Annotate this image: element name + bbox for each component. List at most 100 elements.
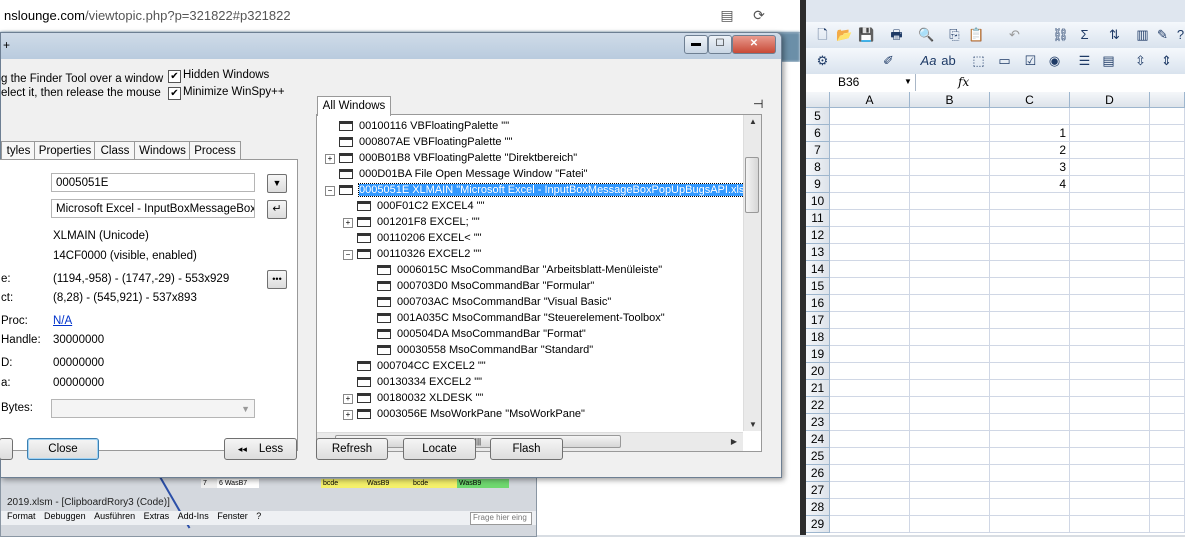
locate-button[interactable]: Locate: [403, 438, 476, 460]
tree-node[interactable]: +001201F8 EXCEL; "": [343, 215, 480, 230]
cell[interactable]: [990, 380, 1070, 397]
cell[interactable]: [1150, 295, 1185, 312]
window-close-button[interactable]: ✕: [732, 35, 776, 54]
spreadsheet-grid[interactable]: A B C D 5 6 1 7 2 8 3 9 4 10 11 12 13 14 15 16 17 18 19 20 21 22 2…: [806, 92, 1185, 535]
cell[interactable]: [1070, 278, 1150, 295]
collapse-icon[interactable]: −: [325, 186, 335, 196]
column-header[interactable]: C: [990, 92, 1070, 108]
cell[interactable]: [910, 227, 990, 244]
spinner-icon[interactable]: ⇕: [1158, 52, 1175, 69]
cell[interactable]: [1150, 431, 1185, 448]
row-header[interactable]: 9: [806, 176, 830, 193]
cell[interactable]: [830, 516, 910, 533]
vba-menu-help[interactable]: ?: [256, 511, 261, 521]
column-header[interactable]: A: [830, 92, 910, 108]
cell[interactable]: [830, 380, 910, 397]
cell[interactable]: [910, 346, 990, 363]
expand-icon[interactable]: +: [343, 218, 353, 228]
cell[interactable]: [990, 108, 1070, 125]
cell[interactable]: [990, 397, 1070, 414]
proc-link[interactable]: N/A: [53, 315, 72, 327]
column-header[interactable]: D: [1070, 92, 1150, 108]
flash-button[interactable]: Flash: [490, 438, 563, 460]
tree-node[interactable]: 000504DA MsoCommandBar "Format": [377, 327, 586, 342]
cell[interactable]: [830, 465, 910, 482]
tab-all-windows[interactable]: All Windows: [317, 96, 391, 116]
cell[interactable]: [910, 465, 990, 482]
cell[interactable]: [990, 244, 1070, 261]
row-header[interactable]: 26: [806, 465, 830, 482]
cell[interactable]: 1: [990, 125, 1070, 142]
cell[interactable]: [910, 329, 990, 346]
fx-icon[interactable]: fx: [958, 74, 969, 91]
cell[interactable]: [1070, 380, 1150, 397]
row-header[interactable]: 17: [806, 312, 830, 329]
tree-node[interactable]: +0003056E MsoWorkPane "MsoWorkPane": [343, 407, 585, 422]
drawing-icon[interactable]: ✎: [1154, 26, 1171, 43]
column-header[interactable]: B: [910, 92, 990, 108]
tree-node[interactable]: 000D01BA File Open Message Window "Fatei…: [339, 167, 588, 182]
cell[interactable]: [1070, 499, 1150, 516]
handle-dropdown-button[interactable]: ▼: [267, 174, 287, 193]
cell[interactable]: [910, 295, 990, 312]
tree-node[interactable]: 00110206 EXCEL< "": [357, 231, 482, 246]
cell[interactable]: [1150, 346, 1185, 363]
new-icon[interactable]: 🗋: [814, 26, 831, 43]
cell[interactable]: [1150, 465, 1185, 482]
cell[interactable]: [990, 431, 1070, 448]
expand-icon[interactable]: +: [325, 154, 335, 164]
row-header[interactable]: 7: [806, 142, 830, 159]
cell[interactable]: [1070, 516, 1150, 533]
tree-node[interactable]: 00100116 VBFloatingPalette "": [339, 119, 509, 134]
cell[interactable]: [910, 312, 990, 329]
row-header[interactable]: 19: [806, 346, 830, 363]
cell[interactable]: [990, 448, 1070, 465]
cell[interactable]: [830, 176, 910, 193]
cell[interactable]: [1070, 431, 1150, 448]
cell[interactable]: [1150, 380, 1185, 397]
undo-icon[interactable]: ↶: [1006, 26, 1023, 43]
cell[interactable]: [1150, 210, 1185, 227]
vba-menu-format[interactable]: Format: [7, 511, 36, 521]
cell[interactable]: [830, 278, 910, 295]
cell[interactable]: [830, 125, 910, 142]
tab-windows[interactable]: Windows: [134, 141, 191, 160]
cell[interactable]: [1070, 312, 1150, 329]
close-button[interactable]: Close: [27, 438, 99, 460]
scroll-up-icon[interactable]: ▲: [749, 117, 757, 126]
winspy-titlebar[interactable]: + ▬ ☐ ✕: [1, 33, 781, 59]
properties-icon[interactable]: ✐: [880, 52, 897, 69]
minimize-button[interactable]: ▬: [684, 35, 708, 54]
cell[interactable]: [830, 312, 910, 329]
row-header[interactable]: 20: [806, 363, 830, 380]
help-icon[interactable]: ?: [1172, 26, 1185, 43]
row-header[interactable]: 6: [806, 125, 830, 142]
row-header[interactable]: 18: [806, 329, 830, 346]
button-control-icon[interactable]: ▭: [996, 52, 1013, 69]
cell[interactable]: [1150, 193, 1185, 210]
option-button-icon[interactable]: ◉: [1046, 52, 1063, 69]
cell[interactable]: [990, 516, 1070, 533]
cell[interactable]: [1070, 414, 1150, 431]
select-all-corner[interactable]: [806, 92, 830, 108]
cell[interactable]: [910, 159, 990, 176]
cell[interactable]: [1070, 159, 1150, 176]
name-box-dropdown-icon[interactable]: ▼: [904, 77, 912, 86]
print-icon[interactable]: 🖶: [888, 26, 905, 43]
cell[interactable]: [1070, 397, 1150, 414]
cell[interactable]: [990, 193, 1070, 210]
cell[interactable]: [910, 499, 990, 516]
cell[interactable]: [830, 431, 910, 448]
vba-help-input[interactable]: Frage hier eing: [470, 512, 532, 525]
row-header[interactable]: 29: [806, 516, 830, 533]
cell[interactable]: [910, 261, 990, 278]
cell[interactable]: [990, 295, 1070, 312]
cell[interactable]: [1070, 448, 1150, 465]
cell[interactable]: [1070, 210, 1150, 227]
row-header[interactable]: 10: [806, 193, 830, 210]
caption-field[interactable]: Microsoft Excel - InputBoxMessageBoxPc: [51, 199, 255, 218]
cell[interactable]: 3: [990, 159, 1070, 176]
cell[interactable]: [1150, 142, 1185, 159]
vba-menu-run[interactable]: Ausführen: [94, 511, 135, 521]
paste-icon[interactable]: 📋: [968, 26, 985, 43]
